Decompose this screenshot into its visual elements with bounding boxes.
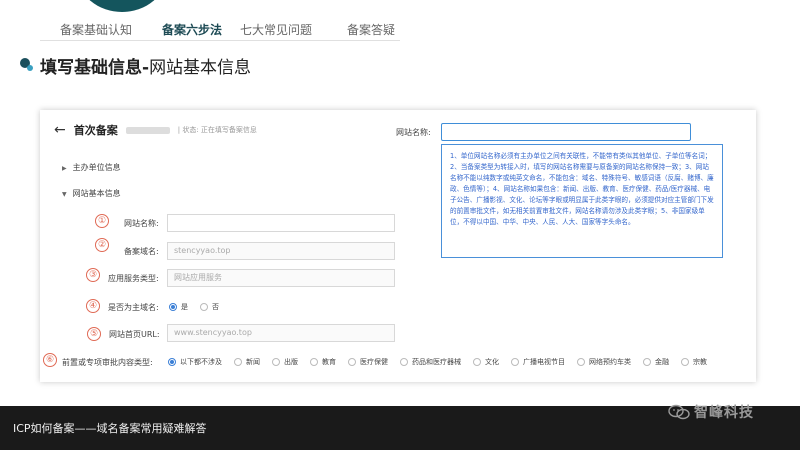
radio-dot-icon: [272, 358, 280, 366]
approval-option-healthcare[interactable]: 医疗保健: [348, 357, 388, 367]
main-domain-label: 是否为主域名:: [108, 303, 159, 312]
top-nav: 备案基础认知 备案六步法 七大常见问题 备案答疑: [0, 21, 800, 37]
radio-dot-icon: [310, 358, 318, 366]
approval-option-none[interactable]: 以下都不涉及: [168, 357, 222, 367]
step-number-3: ③: [86, 268, 100, 282]
radio-yes-dot: [169, 303, 177, 311]
radio-dot-icon: [681, 358, 689, 366]
nav-divider: [40, 40, 400, 41]
approval-option-culture[interactable]: 文化: [473, 357, 499, 367]
redacted-text: [125, 126, 170, 134]
tree-item-website[interactable]: ▼ 网站基本信息: [62, 188, 121, 199]
section-title-rest: 网站基本信息: [149, 57, 252, 78]
main-domain-radios: 是 否: [169, 302, 231, 312]
step-number-5: ⑤: [87, 327, 101, 341]
panel-state: | 状态: 正在填写备案信息: [177, 126, 257, 134]
watermark-text: 智峰科技: [694, 405, 754, 421]
approval-option-education[interactable]: 教育: [310, 357, 336, 367]
nav-item-six-steps[interactable]: 备案六步法: [162, 21, 222, 38]
approval-option-broadcast[interactable]: 广播电视节目: [511, 357, 565, 367]
approval-option-drugs[interactable]: 药品和医疗器械: [400, 357, 461, 367]
tree-item-sponsor[interactable]: ▶ 主办单位信息: [62, 162, 121, 173]
form-screenshot-panel: ← 首次备案 | 状态: 正在填写备案信息 ▶ 主办单位信息 ▼ 网站基本信息 ① …: [40, 110, 756, 382]
approval-type-label: 前置或专项审批内容类型:: [62, 358, 153, 367]
right-site-name-input[interactable]: [441, 123, 691, 141]
section-title: 填写基础信息- 网站基本信息: [20, 54, 252, 78]
panel-header: ← 首次备案 | 状态: 正在填写备案信息: [54, 122, 257, 138]
section-title-bold: 填写基础信息-: [40, 57, 150, 78]
panel-title: 首次备案: [73, 124, 118, 137]
radio-no[interactable]: 否: [200, 302, 219, 312]
radio-dot-icon: [473, 358, 481, 366]
approval-option-publishing[interactable]: 出版: [272, 357, 298, 367]
watermark: 智峰科技: [668, 402, 754, 422]
nav-item-qa[interactable]: 备案答疑: [347, 21, 395, 38]
site-name-label: 网站名称:: [124, 219, 159, 228]
radio-dot-icon: [577, 358, 585, 366]
approval-option-finance[interactable]: 金融: [643, 357, 669, 367]
step-number-4: ④: [86, 299, 100, 313]
radio-dot-icon: [234, 358, 242, 366]
radio-dot-icon: [511, 358, 519, 366]
caret-right-icon: ▶: [62, 165, 67, 172]
approval-option-religion[interactable]: 宗教: [681, 357, 707, 367]
bullet-icon: [20, 58, 34, 72]
domain-label: 备案域名:: [124, 247, 159, 256]
nav-item-seven-questions[interactable]: 七大常见问题: [240, 21, 312, 38]
right-site-name-label: 网站名称:: [396, 128, 431, 137]
approval-option-news[interactable]: 新闻: [234, 357, 260, 367]
step-number-1: ①: [95, 214, 109, 228]
domain-input[interactable]: stencyyao.top: [167, 242, 395, 260]
radio-yes[interactable]: 是: [169, 302, 188, 312]
radio-no-dot: [200, 303, 208, 311]
back-arrow-icon[interactable]: ←: [54, 122, 66, 138]
site-name-input[interactable]: [167, 214, 395, 232]
site-name-tooltip: 1、单位网站名称必须有主办单位之间有关联性，不能带有类似其他单位、子单位等名词；…: [441, 144, 723, 258]
service-type-input[interactable]: 网站应用服务: [167, 269, 395, 287]
nav-item-basics[interactable]: 备案基础认知: [60, 21, 132, 38]
approval-option-ride-hailing[interactable]: 网络预约车类: [577, 357, 631, 367]
wechat-logo-icon: [668, 404, 690, 420]
header-decoration-circle: [78, 0, 166, 12]
radio-dot-icon: [348, 358, 356, 366]
caret-down-icon: ▼: [62, 191, 67, 198]
approval-type-radios: 以下都不涉及 新闻 出版 教育 医疗保健 药品和医疗器械 文化 广播电视节目 网…: [168, 357, 719, 367]
step-number-2: ②: [95, 238, 109, 252]
step-number-6: ⑥: [43, 353, 57, 367]
homepage-label: 网站首页URL:: [109, 330, 160, 339]
radio-dot-icon: [643, 358, 651, 366]
radio-dot-icon: [168, 358, 176, 366]
radio-dot-icon: [400, 358, 408, 366]
service-type-label: 应用服务类型:: [108, 274, 159, 283]
caption-text: ICP如何备案——域名备案常用疑难解答: [13, 422, 207, 435]
homepage-input[interactable]: www.stencyyao.top: [167, 324, 395, 342]
